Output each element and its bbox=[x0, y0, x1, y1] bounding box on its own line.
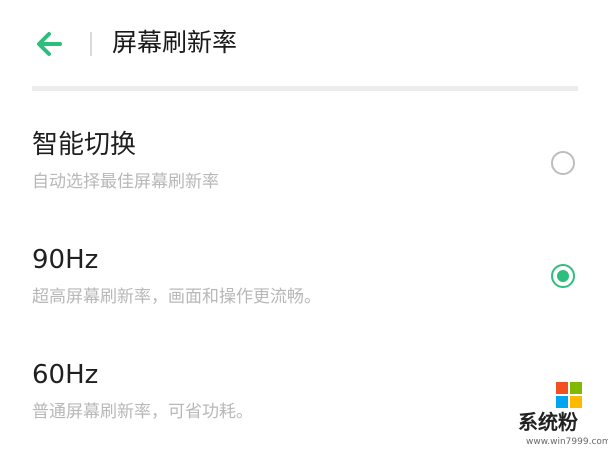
radio-button-unselected[interactable] bbox=[551, 151, 575, 175]
windows-logo-icon bbox=[556, 382, 582, 408]
back-button[interactable] bbox=[30, 26, 70, 62]
header-divider bbox=[90, 32, 92, 56]
site-watermark: 系统粉 www.win7999.com bbox=[518, 382, 608, 454]
app-header: 屏幕刷新率 bbox=[0, 0, 608, 88]
option-title: 90Hz bbox=[32, 245, 99, 275]
option-90hz[interactable]: 90Hz 超高屏幕刷新率，画面和操作更流畅。 bbox=[0, 243, 608, 339]
option-smart-switch[interactable]: 智能切换 自动选择最佳屏幕刷新率 bbox=[0, 128, 608, 224]
option-description: 超高屏幕刷新率，画面和操作更流畅。 bbox=[32, 287, 321, 307]
refresh-rate-settings-screen: 屏幕刷新率 智能切换 自动选择最佳屏幕刷新率 90Hz 超高屏幕刷新率，画面和操… bbox=[0, 0, 608, 457]
option-60hz[interactable]: 60Hz 普通屏幕刷新率，可省功耗。 bbox=[0, 358, 608, 454]
arrow-left-icon bbox=[37, 32, 62, 56]
header-separator bbox=[32, 86, 578, 91]
watermark-text: 系统粉 bbox=[518, 410, 578, 434]
option-description: 自动选择最佳屏幕刷新率 bbox=[32, 172, 219, 192]
option-title: 智能切换 bbox=[32, 130, 137, 160]
watermark-url: www.win7999.com bbox=[526, 437, 608, 447]
option-title: 60Hz bbox=[32, 360, 99, 390]
option-description: 普通屏幕刷新率，可省功耗。 bbox=[32, 402, 253, 422]
radio-button-selected[interactable] bbox=[551, 264, 575, 288]
page-title: 屏幕刷新率 bbox=[112, 28, 238, 57]
